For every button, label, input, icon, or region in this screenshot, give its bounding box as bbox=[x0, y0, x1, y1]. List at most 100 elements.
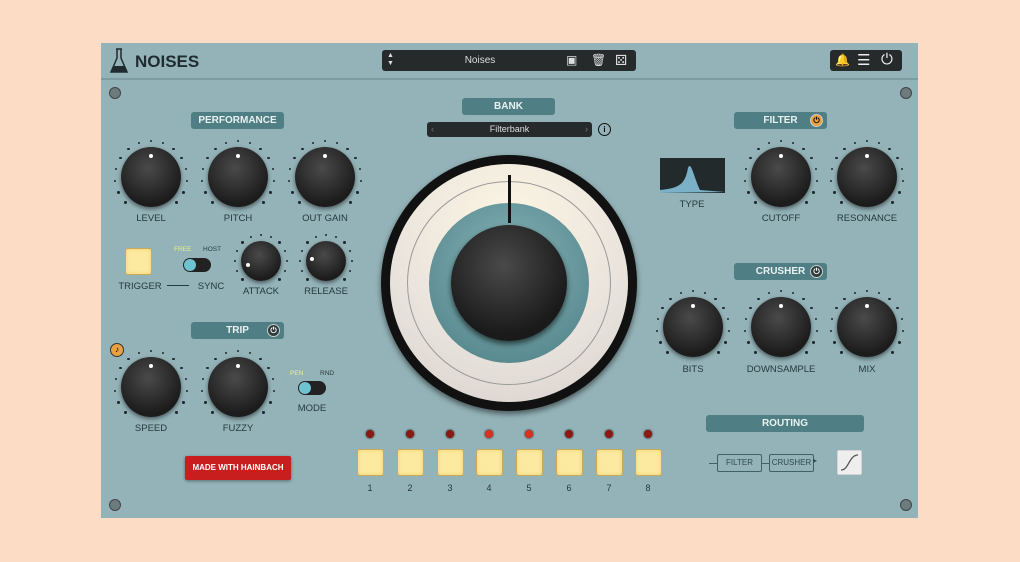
step-pad[interactable] bbox=[476, 449, 503, 476]
step-pad[interactable] bbox=[556, 449, 583, 476]
knob-body[interactable] bbox=[121, 147, 181, 207]
knob-tick bbox=[779, 139, 783, 143]
knob-label: SPEED bbox=[134, 423, 168, 434]
knob-tick bbox=[161, 141, 165, 145]
knob-label: DOWNSAMPLE bbox=[746, 364, 816, 375]
power-icon[interactable]: ⏻ bbox=[881, 51, 893, 68]
screw bbox=[109, 87, 121, 99]
knob-indicator bbox=[691, 304, 695, 308]
knob-tick bbox=[288, 179, 291, 183]
trigger-pad[interactable] bbox=[125, 248, 152, 275]
knob-body[interactable] bbox=[208, 147, 268, 207]
trip-power-icon[interactable]: ⏻ bbox=[267, 324, 280, 337]
filter-type-display[interactable] bbox=[660, 158, 725, 193]
knob-tick bbox=[865, 139, 869, 143]
mode-label: MODE bbox=[297, 403, 327, 414]
tempo-sync-icon[interactable]: ♪ bbox=[110, 343, 124, 357]
made-with-hainbach-button[interactable]: MADE WITH HAINBACH bbox=[185, 456, 291, 480]
dice-icon[interactable]: ⚄ bbox=[615, 52, 627, 69]
sync-toggle[interactable] bbox=[183, 258, 211, 272]
knob-label: MIX bbox=[858, 364, 876, 375]
knob-label: FUZZY bbox=[222, 423, 254, 434]
knob-tick bbox=[898, 191, 901, 194]
knob-body[interactable] bbox=[241, 241, 281, 281]
step-pad[interactable] bbox=[516, 449, 543, 476]
knob-tick bbox=[830, 317, 834, 321]
step-pad[interactable] bbox=[397, 449, 424, 476]
knob-indicator bbox=[236, 364, 240, 368]
knob-tick bbox=[285, 259, 289, 263]
routing-crusher[interactable]: CRUSHER bbox=[769, 454, 814, 472]
knob-tick bbox=[300, 269, 304, 273]
knob-indicator bbox=[323, 154, 327, 158]
knob-tick bbox=[149, 139, 153, 143]
menu-icon[interactable]: ☰ bbox=[857, 51, 870, 69]
knob-tick bbox=[293, 156, 296, 160]
knob-tick bbox=[812, 341, 815, 344]
bell-icon[interactable]: 🔔 bbox=[835, 53, 850, 67]
knob-tick bbox=[814, 167, 818, 171]
knob-tick bbox=[211, 411, 214, 414]
knob-body[interactable] bbox=[306, 241, 346, 281]
knob-tick bbox=[888, 147, 891, 151]
trash-icon[interactable]: 🗑 bbox=[591, 53, 606, 67]
performance-header: PERFORMANCE bbox=[191, 112, 284, 129]
knob-label: RESONANCE bbox=[836, 213, 898, 224]
crusher-power-icon[interactable]: ⏻ bbox=[810, 265, 823, 278]
step-led bbox=[605, 430, 613, 438]
knob-tick bbox=[888, 297, 891, 301]
knob-tick bbox=[726, 317, 730, 321]
bank-selector[interactable]: ‹ Filterbank › bbox=[427, 122, 592, 137]
knob-indicator bbox=[236, 154, 240, 158]
mode-option-rnd[interactable]: RND bbox=[320, 370, 334, 377]
preset-bar: ▲ ▼ Noises ▣ 🗑 ⚄ bbox=[382, 50, 636, 71]
sync-option-host[interactable]: HOST bbox=[203, 246, 221, 253]
knob-body[interactable] bbox=[121, 357, 181, 417]
step-pad[interactable] bbox=[596, 449, 623, 476]
step-led bbox=[485, 430, 493, 438]
knob-tick bbox=[175, 411, 178, 414]
knob-body[interactable] bbox=[837, 147, 897, 207]
mode-option-pen[interactable]: PEN bbox=[290, 370, 303, 377]
knob-indicator bbox=[310, 256, 315, 261]
knob-body[interactable] bbox=[208, 357, 268, 417]
knob-tick bbox=[815, 329, 818, 333]
knob-body[interactable] bbox=[663, 297, 723, 357]
knob-tick bbox=[324, 233, 328, 237]
crusher-title: CRUSHER bbox=[755, 266, 806, 277]
knob-tick bbox=[754, 201, 757, 204]
knob-tick bbox=[810, 306, 813, 310]
info-icon[interactable]: i bbox=[598, 123, 611, 136]
step-number: 1 bbox=[367, 483, 373, 493]
sync-option-free[interactable]: FREE bbox=[174, 246, 191, 253]
knob-label: RELEASE bbox=[304, 286, 348, 297]
save-icon[interactable]: ▣ bbox=[566, 53, 577, 67]
routing-filter[interactable]: FILTER bbox=[717, 454, 762, 472]
knob-tick bbox=[659, 341, 662, 344]
knob-tick bbox=[301, 147, 304, 151]
knob-body[interactable] bbox=[751, 147, 811, 207]
mode-toggle[interactable] bbox=[298, 381, 326, 395]
knob-body[interactable] bbox=[751, 297, 811, 357]
prev-bank-icon[interactable]: ‹ bbox=[431, 122, 434, 137]
next-bank-icon[interactable]: › bbox=[585, 122, 588, 137]
step-number: 2 bbox=[407, 483, 413, 493]
knob-body[interactable] bbox=[837, 297, 897, 357]
filter-power-icon[interactable]: ⏻ bbox=[810, 114, 823, 127]
main-dial[interactable] bbox=[381, 155, 637, 411]
preset-name[interactable]: Noises bbox=[382, 55, 578, 66]
step-number: 6 bbox=[566, 483, 572, 493]
top-bar: NOISES ▲ ▼ Noises ▣ 🗑 ⚄ 🔔 ☰ ⏻ bbox=[101, 43, 918, 80]
knob-tick bbox=[233, 259, 237, 263]
curve-shape-button[interactable] bbox=[837, 450, 862, 475]
step-pad[interactable] bbox=[437, 449, 464, 476]
step-led bbox=[644, 430, 652, 438]
knob-tick bbox=[901, 329, 904, 333]
step-pad[interactable] bbox=[635, 449, 662, 476]
trigger-label: TRIGGER bbox=[118, 281, 162, 292]
step-pad[interactable] bbox=[357, 449, 384, 476]
knob-tick bbox=[204, 191, 207, 194]
knob-tick bbox=[119, 366, 122, 370]
knob-body[interactable] bbox=[295, 147, 355, 207]
app-title: NOISES bbox=[135, 52, 200, 71]
